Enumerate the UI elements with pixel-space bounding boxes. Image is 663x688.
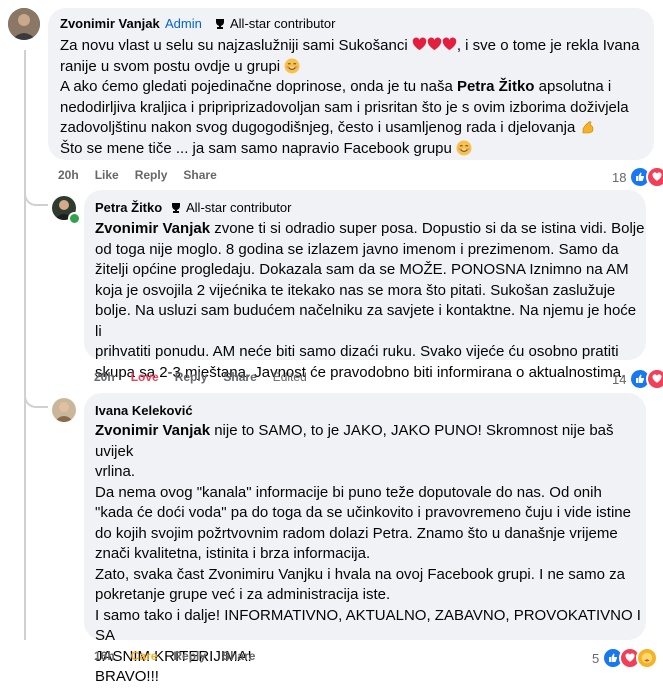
timestamp[interactable]: 20h: [94, 370, 115, 384]
badge-label: All-star contributor: [230, 16, 336, 31]
like-button[interactable]: Like: [95, 168, 119, 182]
comment-author[interactable]: Ivana Keleković: [95, 403, 193, 418]
comment-text: Zvonimir Vanjak nije to SAMO, to je JAKO…: [95, 422, 641, 685]
love-reaction-icon: [646, 166, 663, 188]
thread-branch: [24, 188, 48, 206]
comment-actions: 20h Like Reply Share: [58, 168, 233, 182]
comment-text: Za novu vlast u selu su najzaslužniji sa…: [60, 37, 640, 157]
share-button[interactable]: Share: [183, 168, 216, 182]
love-reaction-icon: [646, 368, 663, 390]
reply-button[interactable]: Reply: [175, 370, 208, 384]
thread-line: [24, 50, 26, 640]
mention[interactable]: Petra Žitko: [457, 78, 535, 95]
reaction-summary[interactable]: 18: [612, 166, 663, 188]
reply-button[interactable]: Reply: [173, 649, 206, 663]
trophy-icon: [216, 18, 224, 29]
reaction-count: 14: [612, 371, 627, 387]
reaction-count: 18: [612, 169, 627, 185]
care-reaction-icon: [636, 647, 659, 669]
heart-icon: [427, 37, 442, 52]
thread-branch: [24, 390, 48, 408]
online-indicator: [68, 212, 81, 225]
reaction-summary[interactable]: 14: [612, 368, 663, 390]
mention[interactable]: Zvonimir Vanjak: [95, 220, 210, 237]
badge-label: All-star contributor: [186, 200, 292, 215]
smile-emoji-icon: [456, 140, 472, 156]
love-button[interactable]: Love: [131, 370, 159, 384]
admin-badge: Admin: [165, 16, 202, 31]
share-button[interactable]: Share: [222, 649, 255, 663]
share-button[interactable]: Share: [223, 370, 256, 384]
trophy-icon: [172, 202, 180, 213]
avatar[interactable]: [52, 398, 76, 422]
reply-button[interactable]: Reply: [135, 168, 168, 182]
all-star-badge[interactable]: All-star contributor: [214, 16, 335, 31]
heart-icon: [442, 37, 457, 52]
reaction-count: 5: [592, 650, 600, 666]
comment-author[interactable]: Petra Žitko: [95, 200, 162, 215]
heart-icon: [412, 37, 427, 52]
comment-actions: 16h Care Reply Share: [94, 649, 271, 663]
flexed-bicep-icon: [580, 119, 596, 135]
reaction-summary[interactable]: 5: [592, 647, 659, 669]
comment-author[interactable]: Zvonimir Vanjak: [60, 16, 160, 31]
care-button[interactable]: Care: [131, 649, 158, 663]
timestamp[interactable]: 20h: [58, 168, 79, 182]
edited-label[interactable]: Edited: [273, 370, 307, 384]
avatar[interactable]: [8, 8, 40, 40]
all-star-badge[interactable]: All-star contributor: [170, 200, 291, 215]
comment-actions: 20h Love Reply Share Edited: [94, 370, 323, 384]
smile-emoji-icon: [284, 58, 300, 74]
mention[interactable]: Zvonimir Vanjak: [95, 422, 210, 439]
comment-text: Zvonimir Vanjak zvone ti si odradio supe…: [95, 220, 645, 381]
timestamp[interactable]: 16h: [94, 649, 115, 663]
